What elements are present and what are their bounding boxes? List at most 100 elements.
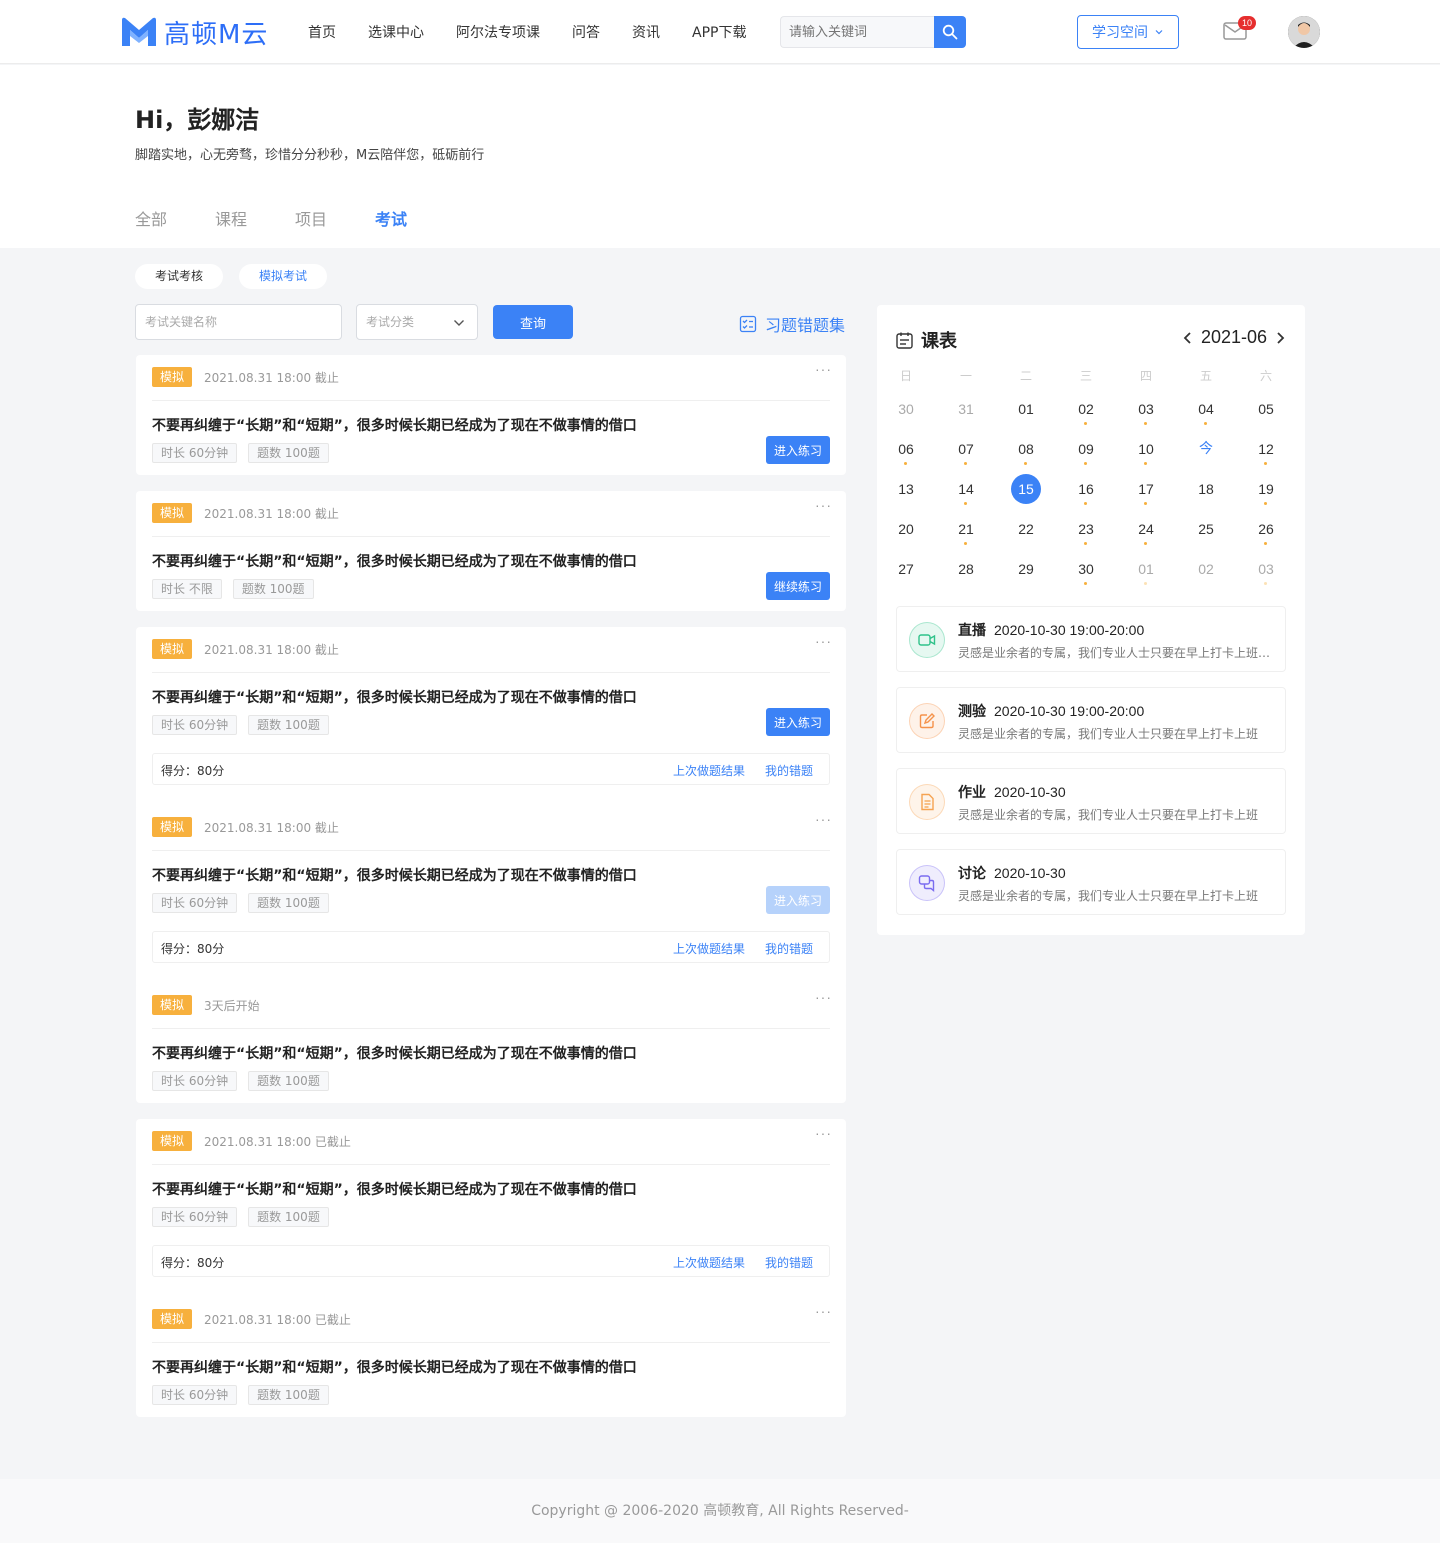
- event-heading: 讨论 2020-10-30: [958, 863, 1066, 883]
- calendar-day[interactable]: 04: [1191, 394, 1221, 424]
- calendar-day[interactable]: 01: [1011, 394, 1041, 424]
- study-space-dropdown[interactable]: 学习空间: [1077, 15, 1179, 49]
- exam-title[interactable]: 不要再纠缠于“长期”和“短期”，很多时候长期已经成为了现在不做事情的借口: [152, 415, 637, 435]
- question-count-chip: 题数 100题: [248, 1071, 329, 1091]
- schedule-event-live[interactable]: 直播 2020-10-30 19:00-20:00 灵感是业余者的专属，我们专业人士…: [896, 606, 1286, 672]
- nav-alpha-course[interactable]: 阿尔法专项课: [456, 22, 540, 42]
- tab-project[interactable]: 项目: [295, 206, 327, 230]
- tab-course[interactable]: 课程: [215, 206, 247, 230]
- calendar-day[interactable]: 10: [1131, 434, 1161, 464]
- exam-keyword-input[interactable]: 考试关键名称: [135, 304, 342, 340]
- calendar-day[interactable]: 13: [891, 474, 921, 504]
- chevron-down-icon: [454, 320, 464, 326]
- calendar-day[interactable]: 29: [1011, 554, 1041, 584]
- my-wrong-link[interactable]: 我的错题: [765, 762, 813, 779]
- practice-button: 进入练习: [766, 886, 830, 914]
- exam-card: 模拟 2021.08.31 18:00 截止 ··· 不要再纠缠于“长期”和“短期”，…: [136, 355, 846, 475]
- schedule-event-discussion[interactable]: 讨论 2020-10-30 灵感是业余者的专属，我们专业人士只要在早上打卡上班: [896, 849, 1286, 915]
- search-input[interactable]: [780, 16, 934, 48]
- last-result-link[interactable]: 上次做题结果: [673, 940, 745, 957]
- calendar-day[interactable]: 05: [1251, 394, 1281, 424]
- calendar-day[interactable]: 12: [1251, 434, 1281, 464]
- category-placeholder: 考试分类: [366, 315, 415, 329]
- chevron-right-icon[interactable]: [1273, 331, 1287, 345]
- calendar-day[interactable]: 22: [1011, 514, 1041, 544]
- duration-chip: 时长 60分钟: [152, 1207, 238, 1227]
- nav-news[interactable]: 资讯: [632, 22, 660, 42]
- practice-button[interactable]: 进入练习: [766, 436, 830, 464]
- calendar-day[interactable]: 14: [951, 474, 981, 504]
- calendar-day[interactable]: 19: [1251, 474, 1281, 504]
- calendar-day[interactable]: 16: [1071, 474, 1101, 504]
- calendar-day[interactable]: 09: [1071, 434, 1101, 464]
- calendar-day[interactable]: 27: [891, 554, 921, 584]
- query-button[interactable]: 查询: [493, 305, 573, 339]
- calendar-day-selected[interactable]: 15: [1011, 474, 1041, 504]
- chevron-left-icon[interactable]: [1181, 331, 1195, 345]
- exam-meta: 时长 60分钟 题数 100题: [152, 715, 340, 735]
- practice-button[interactable]: 进入练习: [766, 708, 830, 736]
- event-heading: 测验 2020-10-30 19:00-20:00: [958, 701, 1144, 721]
- nav-qa[interactable]: 问答: [572, 22, 600, 42]
- calendar-day[interactable]: 31: [951, 394, 981, 424]
- calendar-day[interactable]: 26: [1251, 514, 1281, 544]
- calendar-day[interactable]: 30: [891, 394, 921, 424]
- last-result-link[interactable]: 上次做题结果: [673, 1254, 745, 1271]
- calendar-day[interactable]: 25: [1191, 514, 1221, 544]
- more-icon[interactable]: ···: [815, 811, 832, 827]
- calendar-day-today[interactable]: 今: [1191, 434, 1221, 464]
- user-avatar[interactable]: [1288, 16, 1320, 48]
- calendar-day[interactable]: 17: [1131, 474, 1161, 504]
- calendar-day[interactable]: 23: [1071, 514, 1101, 544]
- calendar-day[interactable]: 21: [951, 514, 981, 544]
- pill-assessment[interactable]: 考试考核: [135, 264, 224, 289]
- exam-title[interactable]: 不要再纠缠于“长期”和“短期”，很多时候长期已经成为了现在不做事情的借口: [152, 865, 637, 885]
- exam-title[interactable]: 不要再纠缠于“长期”和“短期”，很多时候长期已经成为了现在不做事情的借口: [152, 1043, 637, 1063]
- more-icon[interactable]: ···: [815, 989, 832, 1005]
- mock-tag: 模拟: [152, 1309, 192, 1329]
- brand-logo[interactable]: 高顿M云: [120, 14, 268, 50]
- calendar-day[interactable]: 08: [1011, 434, 1041, 464]
- schedule-event-homework[interactable]: 作业 2020-10-30 灵感是业余者的专属，我们专业人士只要在早上打卡上班: [896, 768, 1286, 834]
- pill-mock-exam[interactable]: 模拟考试: [239, 264, 328, 289]
- exam-title[interactable]: 不要再纠缠于“长期”和“短期”，很多时候长期已经成为了现在不做事情的借口: [152, 551, 637, 571]
- brand-name: 高顿M云: [164, 19, 269, 50]
- tab-exam[interactable]: 考试: [375, 206, 407, 230]
- wrong-questions-link[interactable]: 习题错题集: [739, 312, 845, 336]
- calendar-day[interactable]: 20: [891, 514, 921, 544]
- exam-title[interactable]: 不要再纠缠于“长期”和“短期”，很多时候长期已经成为了现在不做事情的借口: [152, 1357, 637, 1377]
- calendar-day[interactable]: 24: [1131, 514, 1161, 544]
- calendar-day[interactable]: 03: [1251, 554, 1281, 584]
- event-description: 灵感是业余者的专属，我们专业人士只要在早上打卡上班: [958, 889, 1259, 903]
- calendar-day[interactable]: 02: [1071, 394, 1101, 424]
- schedule-event-quiz[interactable]: 测验 2020-10-30 19:00-20:00 灵感是业余者的专属，我们专业人士…: [896, 687, 1286, 753]
- more-icon[interactable]: ···: [815, 361, 832, 377]
- my-wrong-link[interactable]: 我的错题: [765, 940, 813, 957]
- more-icon[interactable]: ···: [815, 633, 832, 649]
- nav-app-download[interactable]: APP下载: [692, 22, 746, 42]
- nav-home[interactable]: 首页: [308, 22, 336, 42]
- calendar-day[interactable]: 30: [1071, 554, 1101, 584]
- calendar-day[interactable]: 07: [951, 434, 981, 464]
- last-result-link[interactable]: 上次做题结果: [673, 762, 745, 779]
- score-row: 得分：80分 上次做题结果 我的错题: [152, 931, 830, 963]
- calendar-day[interactable]: 28: [951, 554, 981, 584]
- search-button[interactable]: [934, 16, 966, 48]
- more-icon[interactable]: ···: [815, 497, 832, 513]
- weekday-label: 一: [959, 369, 972, 383]
- calendar-day[interactable]: 03: [1131, 394, 1161, 424]
- calendar-day[interactable]: 01: [1131, 554, 1161, 584]
- practice-button[interactable]: 继续练习: [766, 572, 830, 600]
- my-wrong-link[interactable]: 我的错题: [765, 1254, 813, 1271]
- calendar-day[interactable]: 02: [1191, 554, 1221, 584]
- exam-category-select[interactable]: 考试分类: [356, 304, 478, 340]
- nav-course-center[interactable]: 选课中心: [368, 22, 424, 42]
- tab-all[interactable]: 全部: [135, 206, 167, 230]
- exam-title[interactable]: 不要再纠缠于“长期”和“短期”，很多时候长期已经成为了现在不做事情的借口: [152, 1179, 637, 1199]
- calendar-day[interactable]: 18: [1191, 474, 1221, 504]
- exam-title[interactable]: 不要再纠缠于“长期”和“短期”，很多时候长期已经成为了现在不做事情的借口: [152, 687, 637, 707]
- more-icon[interactable]: ···: [815, 1303, 832, 1319]
- calendar-day[interactable]: 06: [891, 434, 921, 464]
- more-icon[interactable]: ···: [815, 1125, 832, 1141]
- mock-tag: 模拟: [152, 367, 192, 387]
